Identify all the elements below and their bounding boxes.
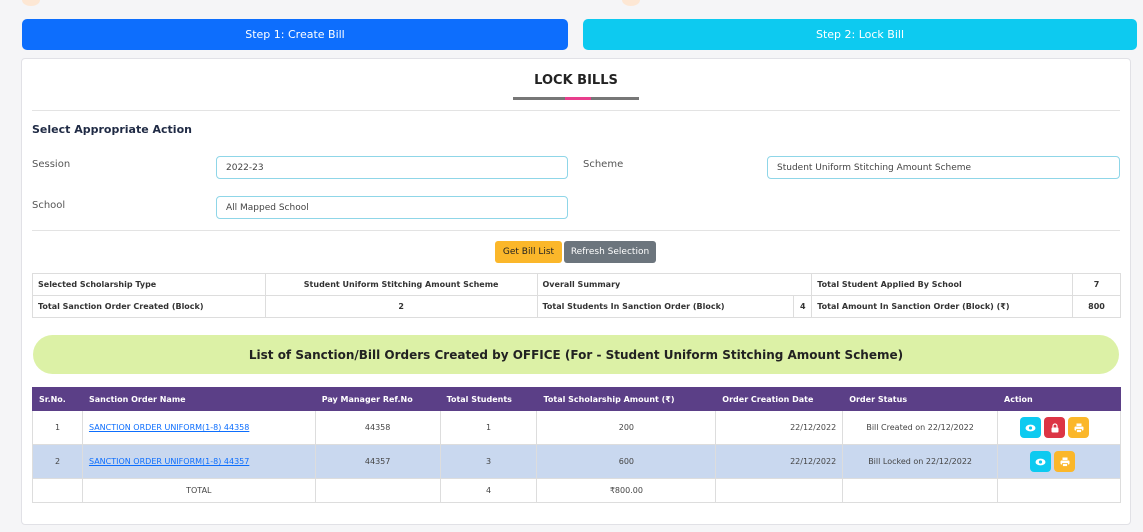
decorative-blob (622, 0, 640, 6)
divider (32, 230, 1120, 231)
students-cell: 1 (439, 410, 538, 445)
column-header: Order Creation Date (715, 387, 844, 411)
step-tabs: Step 1: Create Bill Step 2: Lock Bill (22, 19, 1137, 50)
eye-icon[interactable] (1030, 451, 1052, 472)
column-header: Order Status (842, 387, 999, 411)
column-header: Action (997, 387, 1121, 411)
column-header: Sr.No. (32, 387, 83, 411)
session-select[interactable]: 2022-23 (216, 156, 568, 179)
sr-no-cell: 2 (32, 444, 83, 479)
total-amount: ₹800.00 (536, 478, 717, 503)
amount-cell: 200 (536, 410, 717, 445)
scheme-label: Scheme (583, 159, 624, 170)
empty-cell (715, 478, 844, 503)
page-title: LOCK BILLS (534, 73, 618, 88)
sr-no-cell: 1 (32, 410, 83, 445)
print-icon[interactable] (1068, 417, 1090, 438)
school-select[interactable]: All Mapped School (216, 196, 568, 219)
date-cell: 22/12/2022 (715, 444, 844, 479)
summary-cell: Total Amount In Sanction Order (Block) (… (811, 295, 1073, 318)
table-row: 2 SANCTION ORDER UNIFORM(1-8) 44357 4435… (32, 444, 1121, 479)
sanction-order-link[interactable]: SANCTION ORDER UNIFORM(1-8) 44358 (89, 423, 249, 432)
summary-cell: 2 (264, 295, 538, 318)
summary-cell: 4 (793, 295, 813, 318)
list-banner: List of Sanction/Bill Orders Created by … (33, 335, 1119, 374)
title-underline-accent (565, 97, 591, 100)
total-label: TOTAL (81, 478, 316, 503)
ref-no-cell: 44358 (314, 410, 441, 445)
students-cell: 3 (439, 444, 538, 479)
column-header: Pay Manager Ref.No (314, 387, 441, 411)
table-header-row: Sr.No. Sanction Order Name Pay Manager R… (32, 387, 1121, 411)
refresh-selection-button[interactable]: Refresh Selection (564, 241, 656, 263)
total-row: TOTAL 4 ₹800.00 (32, 478, 1121, 503)
empty-cell (997, 478, 1121, 503)
divider (32, 110, 1120, 111)
ref-no-cell: 44357 (314, 444, 441, 479)
sanction-order-link[interactable]: SANCTION ORDER UNIFORM(1-8) 44357 (89, 457, 249, 466)
table-row: 1 SANCTION ORDER UNIFORM(1-8) 44358 4435… (32, 410, 1121, 445)
summary-cell: Total Sanction Order Created (Block) (32, 295, 266, 318)
get-bill-list-button[interactable]: Get Bill List (495, 241, 562, 263)
eye-icon[interactable] (1020, 417, 1042, 438)
status-cell: Bill Created on 22/12/2022 (842, 410, 999, 445)
total-students: 4 (439, 478, 538, 503)
step-lock-bill-tab[interactable]: Step 2: Lock Bill (583, 19, 1137, 50)
summary-table: Selected Scholarship Type Student Unifor… (32, 273, 1122, 318)
status-cell: Bill Locked on 22/12/2022 (842, 444, 999, 479)
summary-cell: 800 (1071, 295, 1122, 318)
column-header: Total Scholarship Amount (₹) (536, 387, 717, 411)
summary-cell: Total Students In Sanction Order (Block) (536, 295, 795, 318)
sanction-order-cell: SANCTION ORDER UNIFORM(1-8) 44358 (81, 410, 316, 445)
empty-cell (314, 478, 441, 503)
action-cell (997, 444, 1121, 479)
step-create-bill-tab[interactable]: Step 1: Create Bill (22, 19, 568, 50)
empty-cell (32, 478, 83, 503)
summary-cell: Overall Summary (536, 273, 813, 296)
scheme-select[interactable]: Student Uniform Stitching Amount Scheme (767, 156, 1120, 179)
column-header: Total Students (439, 387, 538, 411)
summary-cell: Student Uniform Stitching Amount Scheme (264, 273, 538, 296)
summary-cell: 7 (1071, 273, 1122, 296)
section-heading: Select Appropriate Action (32, 123, 192, 136)
decorative-blob (22, 0, 40, 6)
summary-row: Selected Scholarship Type Student Unifor… (32, 273, 1122, 296)
action-cell (997, 410, 1121, 445)
lock-bills-card: LOCK BILLS Select Appropriate Action Ses… (21, 58, 1131, 525)
session-label: Session (32, 159, 71, 170)
summary-cell: Total Student Applied By School (811, 273, 1073, 296)
title-underline (513, 97, 639, 100)
column-header: Sanction Order Name (81, 387, 316, 411)
amount-cell: 600 (536, 444, 717, 479)
empty-cell (842, 478, 999, 503)
sanction-order-cell: SANCTION ORDER UNIFORM(1-8) 44357 (81, 444, 316, 479)
summary-cell: Selected Scholarship Type (32, 273, 266, 296)
sanction-orders-table: Sr.No. Sanction Order Name Pay Manager R… (32, 387, 1121, 503)
date-cell: 22/12/2022 (715, 410, 844, 445)
summary-row: Total Sanction Order Created (Block) 2 T… (32, 295, 1122, 318)
print-icon[interactable] (1054, 451, 1076, 472)
school-label: School (32, 200, 66, 211)
lock-icon[interactable] (1044, 417, 1066, 438)
